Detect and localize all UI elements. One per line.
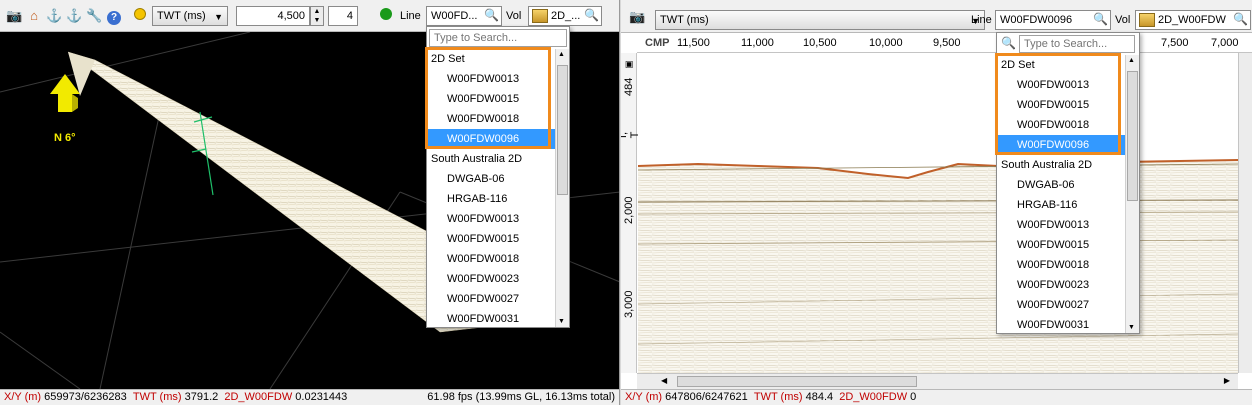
right-toolbar: 📷 TWT (ms) ▼ Line W00FDW0096 🔍 Vol 2D_W00F…	[621, 0, 1252, 33]
scroll-thumb[interactable]	[677, 376, 917, 387]
list-item[interactable]: W00FDW0013	[427, 209, 555, 229]
camera-icon[interactable]: 📷	[629, 9, 645, 25]
volume-icon	[1139, 13, 1155, 27]
search-icon[interactable]: 🔍	[1093, 12, 1108, 26]
anchor-arrows-icon[interactable]: ⚓	[66, 8, 82, 24]
camera-icon[interactable]: 📷	[6, 8, 22, 24]
scroll-up-icon[interactable]: ▲	[558, 51, 565, 58]
anchor-icon[interactable]: ⚓	[46, 8, 62, 24]
list-item[interactable]: W00FDW0031	[427, 309, 555, 327]
cmp-axis-label: CMP	[645, 37, 670, 49]
list-item[interactable]: DWGAB-06	[427, 169, 555, 189]
seismic-section-view[interactable]: CMP 11,500 11,000 10,500 10,000 9,500 7,…	[621, 33, 1252, 389]
twt-tick: 2,000	[623, 196, 635, 224]
group-header: South Australia 2D	[1001, 159, 1093, 171]
chevron-down-icon: ▼	[214, 12, 223, 22]
vertical-scrollbar[interactable]	[1238, 53, 1252, 373]
right-status-bar: X/Y (m) 647806/6247621 TWT (ms) 484.4 2D…	[621, 389, 1252, 405]
scroll-left-icon[interactable]: ◀	[661, 376, 667, 385]
domain-combo[interactable]: TWT (ms) ▼	[655, 10, 985, 30]
scroll-thumb[interactable]	[557, 65, 568, 195]
dropdown-scrollbar[interactable]: ▲ ▼	[555, 49, 569, 327]
wrench-icon[interactable]: 🔧	[86, 8, 102, 24]
search-icon[interactable]: 🔍	[484, 8, 499, 22]
list-item[interactable]: DWGAB-06	[997, 175, 1125, 195]
seismic-image	[638, 54, 1238, 373]
scroll-down-icon[interactable]: ▼	[1128, 324, 1135, 331]
list-item[interactable]: W00FDW0013	[997, 215, 1125, 235]
group-header: South Australia 2D	[431, 153, 523, 165]
cmp-tick: 9,500	[933, 37, 961, 49]
dropdown-scrollbar[interactable]: ▲ ▼	[1125, 55, 1139, 333]
2d-section-panel: 📷 TWT (ms) ▼ Line W00FDW0096 🔍 Vol 2D_W00F…	[621, 0, 1252, 405]
cmp-tick: 10,500	[803, 37, 837, 49]
list-item[interactable]: HRGAB-116	[427, 189, 555, 209]
step-input[interactable]: 4	[328, 6, 358, 26]
search-icon: 🔍	[1001, 36, 1016, 50]
cmp-tick: 7,500	[1161, 37, 1189, 49]
twt-tick: 3,000	[623, 290, 635, 318]
line-combo[interactable]: W00FD... 🔍	[426, 6, 502, 26]
list-item[interactable]: W00FDW0031	[997, 315, 1125, 333]
depth-spinner[interactable]: ▲ ▼	[310, 6, 324, 26]
list-item[interactable]: W00FDW0018	[997, 255, 1125, 275]
cmp-tick: 11,000	[741, 37, 774, 49]
seismic-reflectors	[638, 160, 1238, 373]
vol-label: Vol	[1115, 14, 1131, 26]
yellow-dot-icon[interactable]	[132, 8, 148, 24]
domain-combo[interactable]: TWT (ms) ▼	[152, 6, 228, 26]
search-icon[interactable]: 🔍	[1233, 12, 1248, 26]
scroll-up-icon[interactable]: ▲	[1128, 57, 1135, 64]
list-item[interactable]: W00FDW0015	[427, 229, 555, 249]
twt-axis: ▣ 484 I, T 2,000 3,000	[621, 53, 641, 373]
list-item[interactable]: W00FDW0023	[997, 275, 1125, 295]
twt-cursor-value: 484	[623, 77, 635, 96]
list-item[interactable]: W00FDW0018	[427, 249, 555, 269]
list-item[interactable]: W00FDW0027	[427, 289, 555, 309]
fps-readout: 61.98 fps (13.99ms GL, 16.13ms total)	[427, 391, 615, 403]
list-item[interactable]: W00FDW0027	[997, 295, 1125, 315]
list-item[interactable]: W00FDW0015	[997, 235, 1125, 255]
vol-combo[interactable]: 2D_... 🔍	[528, 6, 602, 26]
volume-icon	[532, 9, 548, 23]
line-combo[interactable]: W00FDW0096 🔍	[995, 10, 1111, 30]
vol-label: Vol	[506, 10, 522, 22]
help-icon[interactable]: ?	[106, 8, 122, 25]
search-icon[interactable]: 🔍	[584, 8, 599, 22]
left-status-bar: X/Y (m) 659973/6236283 TWT (ms) 3791.2 2…	[0, 389, 619, 405]
line-label: Line	[971, 14, 992, 26]
scroll-down-icon[interactable]: ▼	[558, 318, 565, 325]
list-item[interactable]: HRGAB-116	[997, 195, 1125, 215]
selection-highlight	[995, 53, 1121, 155]
3d-view-panel: 📷 ⌂ ⚓ ⚓ 🔧 ? TWT (ms) ▼ 4,500 ▲ ▼ 4 Line W0…	[0, 0, 620, 405]
cmp-tick: 10,000	[869, 37, 903, 49]
search-input[interactable]	[1020, 36, 1134, 52]
cmp-tick: 11,500	[677, 37, 710, 49]
green-dot-icon	[378, 8, 394, 24]
dropdown-search[interactable]	[429, 29, 567, 47]
search-input[interactable]	[430, 30, 566, 46]
cmp-axis: CMP 11,500 11,000 10,500 10,000 9,500 7,…	[637, 33, 1252, 53]
horizontal-scrollbar[interactable]: ◀ ▶	[637, 373, 1238, 389]
north-arrow-icon	[50, 74, 80, 112]
cmp-tick: 7,000	[1211, 37, 1239, 49]
selection-highlight	[425, 47, 551, 149]
dropdown-search[interactable]	[1019, 35, 1135, 53]
lock-icon: ▣	[623, 60, 634, 69]
compass-label: N 6°	[54, 132, 76, 144]
depth-input[interactable]: 4,500	[236, 6, 310, 26]
line-label: Line	[400, 10, 421, 22]
home-icon[interactable]: ⌂	[26, 8, 42, 24]
scroll-thumb[interactable]	[1127, 71, 1138, 201]
list-item[interactable]: W00FDW0023	[427, 269, 555, 289]
scroll-right-icon[interactable]: ▶	[1224, 376, 1230, 385]
vol-combo[interactable]: 2D_W00FDW 🔍	[1135, 10, 1251, 30]
